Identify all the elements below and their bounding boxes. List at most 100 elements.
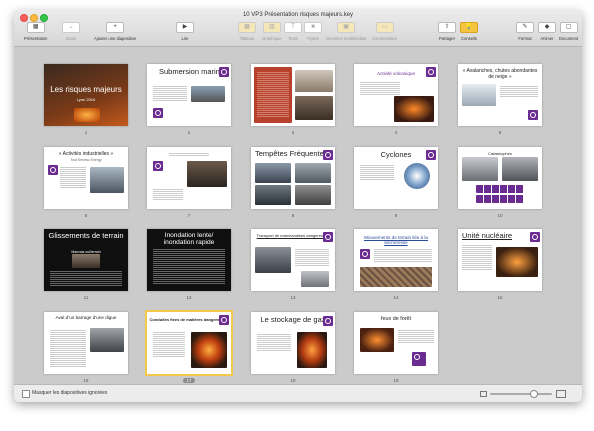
table-button[interactable]: ▦ Tableau bbox=[238, 22, 256, 41]
slide-image bbox=[72, 254, 100, 268]
dry-soil-image bbox=[360, 267, 432, 287]
fire-image bbox=[297, 332, 327, 368]
window-title: 10 VP3 Présentation risques majeurs.key bbox=[242, 12, 354, 18]
slide-thumbnail[interactable]: Mouvements de terrain liés à la sécheres… bbox=[354, 229, 438, 291]
hazard-pictogram-icon bbox=[426, 67, 436, 77]
tips-button[interactable]: 💡 Conseils bbox=[460, 22, 478, 41]
comment-button[interactable]: ▭ Commentaire bbox=[372, 22, 397, 41]
slide-thumbnail[interactable]: Catastrophes bbox=[458, 147, 542, 209]
slide-thumbnail[interactable]: Les risques majeurs Lyon 2016 bbox=[44, 64, 128, 126]
cyclone-image bbox=[404, 163, 430, 189]
slide-image bbox=[255, 163, 291, 183]
slide-thumbnail[interactable]: Glissements de terrain Mauvais sol/terra… bbox=[44, 229, 128, 291]
slide-image bbox=[496, 247, 538, 277]
zoom-menu[interactable]: ⌄ Zoom bbox=[62, 22, 80, 41]
play-button[interactable]: ▶ Lire bbox=[176, 22, 194, 41]
slide-thumbnail[interactable]: Tempêtes Fréquentes bbox=[251, 147, 335, 209]
slide-number: 19 bbox=[393, 378, 399, 383]
slide-thumbnail[interactable] bbox=[251, 64, 335, 126]
slide-title: Transport de marchandises dangereuses bbox=[256, 233, 330, 238]
slide-thumbnail-selected[interactable]: Conduites fixes de matières dangereuses bbox=[145, 310, 233, 376]
slide-image bbox=[502, 157, 538, 181]
view-icon: ▦ bbox=[26, 22, 45, 33]
slide-image bbox=[187, 161, 227, 187]
slide-image bbox=[255, 185, 291, 205]
skip-slides-label: Masquer les diapositives ignorées bbox=[32, 390, 108, 396]
slide-title: Mouvements de terrain liés à la sécheres… bbox=[364, 235, 428, 245]
keynote-window: 10 VP3 Présentation risques majeurs.key … bbox=[14, 10, 582, 402]
dam-image bbox=[90, 328, 124, 352]
diamond-icon: ◆ bbox=[538, 22, 556, 33]
slide-number: 5 bbox=[498, 130, 502, 135]
slide-thumbnail[interactable]: Inondation lente/ inondation rapide bbox=[147, 229, 231, 291]
slide-text bbox=[257, 72, 289, 118]
shape-button[interactable]: ■ Figure bbox=[304, 22, 322, 41]
share-button[interactable]: ⇧ Partager bbox=[438, 22, 456, 41]
presentation-view-button[interactable]: ▦ Présentation bbox=[24, 22, 48, 41]
zoom-icon: ⌄ bbox=[62, 22, 80, 33]
slide-number: 12 bbox=[186, 295, 192, 300]
slide-thumbnail[interactable]: Le stockage de gaz bbox=[251, 312, 335, 374]
slide-text bbox=[462, 245, 492, 271]
slide-thumbnail[interactable] bbox=[147, 147, 231, 209]
slide-text bbox=[360, 82, 400, 96]
light-table: Les risques majeurs Lyon 2016 1 Submersi… bbox=[14, 47, 582, 384]
skip-slides-checkbox[interactable] bbox=[22, 390, 30, 398]
chart-button[interactable]: ▥ Graphique bbox=[262, 22, 282, 41]
slide-number: 11 bbox=[83, 295, 89, 300]
slide-subtitle: Tout Seveso Energy bbox=[70, 158, 102, 162]
slide-number: 8 bbox=[291, 213, 295, 218]
status-bar: Masquer les diapositives ignorées bbox=[14, 384, 582, 402]
media-button[interactable]: ▣ Données multimédias bbox=[326, 22, 366, 41]
slide-thumbnail[interactable]: Unité nucléaire bbox=[458, 229, 542, 291]
thumbnail-size-slider-knob[interactable] bbox=[530, 390, 538, 398]
slide-title: Les risques majeurs bbox=[50, 85, 122, 94]
slide-title: Cyclones bbox=[380, 150, 412, 159]
slide-title: Glissements de terrain bbox=[48, 231, 124, 240]
slide-number: 4 bbox=[394, 130, 398, 135]
slide-text bbox=[153, 249, 225, 285]
hazard-pictogram-icon bbox=[360, 249, 370, 259]
slide-image bbox=[295, 163, 331, 183]
document-button[interactable]: ▢ Document bbox=[559, 22, 578, 41]
slide-thumbnail[interactable]: « Activités industrielles » Tout Seveso … bbox=[44, 147, 128, 209]
slide-text bbox=[398, 330, 434, 344]
slide-text bbox=[257, 334, 291, 352]
comment-icon: ▭ bbox=[375, 22, 394, 33]
slide-subtitle: Lyon 2016 bbox=[76, 97, 96, 102]
slide-thumbnail[interactable]: Submersion marine bbox=[147, 64, 231, 126]
animate-button[interactable]: ◆ Animer bbox=[538, 22, 556, 41]
brush-icon: ✎ bbox=[516, 22, 534, 33]
slide-number: 2 bbox=[187, 130, 191, 135]
slide-thumbnail[interactable]: « Avalanches, chutes abondantes de neige… bbox=[458, 64, 542, 126]
slide-thumbnail[interactable]: feux de forêt bbox=[354, 312, 438, 374]
slide-title: Tempêtes Fréquentes bbox=[255, 149, 328, 158]
shape-icon: ■ bbox=[304, 22, 322, 33]
slide-image bbox=[295, 70, 333, 92]
slide-text bbox=[360, 165, 394, 181]
slide-number: 10 bbox=[497, 213, 503, 218]
slide-thumbnail[interactable]: Transport de marchandises dangereuses bbox=[251, 229, 335, 291]
slide-image bbox=[394, 96, 434, 122]
slide-thumbnail[interactable]: Aval d’un barrage d’une digue bbox=[44, 312, 128, 374]
format-button[interactable]: ✎ Format bbox=[516, 22, 534, 41]
slide-number: 16 bbox=[83, 378, 89, 383]
plus-icon: + bbox=[106, 22, 125, 33]
hazard-pictogram-icon bbox=[426, 150, 436, 160]
slide-text bbox=[60, 167, 86, 189]
thumbnail-size-slider[interactable] bbox=[490, 393, 552, 395]
fire-image bbox=[191, 332, 227, 368]
slide-title: Unité nucléaire bbox=[462, 231, 513, 240]
slide-text bbox=[153, 332, 185, 358]
hazard-pictogram-icon bbox=[323, 150, 333, 160]
slide-thumbnail[interactable]: Activité volcanique bbox=[354, 64, 438, 126]
chart-icon: ▥ bbox=[262, 22, 281, 33]
hazard-pictogram-icon bbox=[153, 108, 163, 118]
hazard-pictogram-icon bbox=[219, 315, 229, 325]
add-slide-button[interactable]: + Ajouter une diapositive bbox=[94, 22, 136, 41]
text-button[interactable]: T Texte bbox=[284, 22, 302, 41]
slide-thumbnail[interactable]: Cyclones bbox=[354, 147, 438, 209]
slide-image bbox=[360, 328, 394, 352]
slide-title: Conduites fixes de matières dangereuses bbox=[149, 317, 229, 322]
slide-text bbox=[295, 249, 329, 267]
